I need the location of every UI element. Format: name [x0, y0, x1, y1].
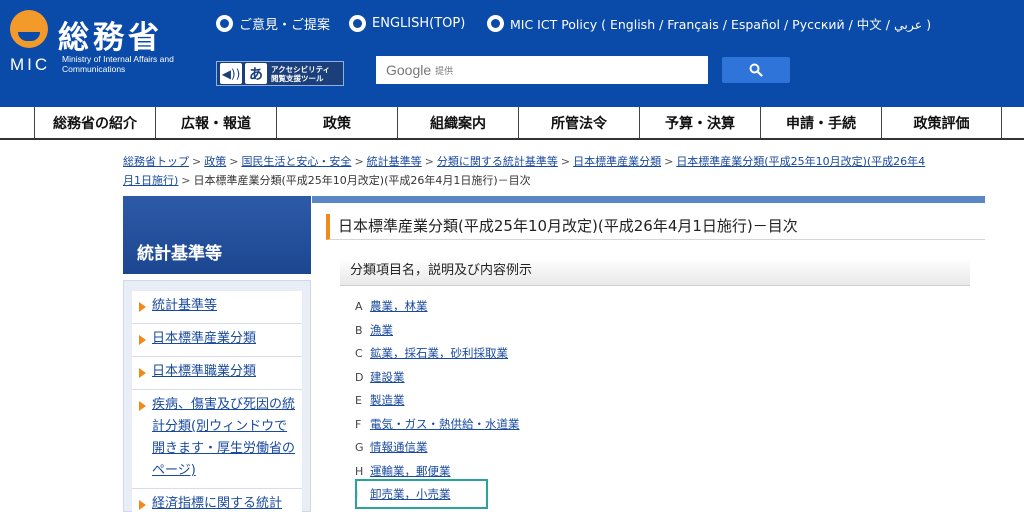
- arrow-right-icon: [139, 500, 146, 510]
- category-letter: E: [355, 394, 362, 407]
- gnav-press[interactable]: 広報・報道: [155, 107, 276, 138]
- breadcrumb-link[interactable]: 国民生活と安心・安全: [241, 155, 351, 168]
- category-list: A 農業，林業 B 漁業 C 鉱業，採石業，砂利採取業 D 建設業 E 製造業 F 電気・ガ…: [355, 295, 855, 507]
- gnav-budget[interactable]: 予算・決算: [639, 107, 760, 138]
- sidebar-item-economic-indicators[interactable]: 経済指標に関する統計: [132, 489, 302, 512]
- category-link[interactable]: 情報通信業: [370, 440, 428, 454]
- site-header: 総務省 MIC Ministry of Internal Affairs and…: [0, 0, 1024, 107]
- sidebar-menu: 統計基準等 日本標準産業分類 日本標準職業分類 疾病、傷害及び死因の統計分類(別…: [123, 280, 311, 512]
- search-icon: [749, 63, 763, 77]
- list-item: C 鉱業，採石業，砂利採取業: [355, 342, 855, 366]
- logo-japanese[interactable]: 総務省: [58, 12, 163, 57]
- sidebar-item-industry-classification[interactable]: 日本標準産業分類: [132, 324, 302, 357]
- breadcrumb-link[interactable]: 統計基準等: [367, 155, 422, 168]
- breadcrumb-link[interactable]: 政策: [204, 155, 226, 168]
- circle-bullet-icon: [349, 14, 366, 32]
- sidebar-item-label[interactable]: 統計基準等: [152, 298, 217, 313]
- sidebar-item-label[interactable]: 経済指標に関する統計: [152, 496, 282, 511]
- opinion-link[interactable]: ご意見・ご提案: [216, 12, 330, 34]
- search-provider-label: 提供: [435, 66, 454, 77]
- breadcrumb-separator: >: [192, 155, 202, 168]
- global-nav: 総務省の紹介 広報・報道 政策 組織案内 所管法令 予算・決算 申請・手続 政策…: [0, 107, 1024, 140]
- gnav-policy[interactable]: 政策: [276, 107, 397, 138]
- sidebar-title: 統計基準等: [137, 244, 222, 264]
- section-heading: 分類項目名，説明及び内容例示: [340, 258, 970, 286]
- ict-policy-link[interactable]: MIC ICT Policy ( English / Français / Es…: [487, 12, 931, 34]
- logo-english[interactable]: Ministry of Internal Affairs and Communi…: [62, 54, 202, 74]
- arrow-right-icon: [139, 401, 146, 411]
- breadcrumb-link[interactable]: 総務省トップ: [123, 155, 189, 168]
- sidebar-item-statistical-standards[interactable]: 統計基準等: [132, 291, 302, 324]
- sidebar-item-disease-classification[interactable]: 疾病、傷害及び死因の統計分類(別ウィンドウで開きます・厚生労働省のページ): [132, 390, 302, 489]
- breadcrumb-separator: >: [664, 155, 674, 168]
- list-item: B 漁業: [355, 319, 855, 343]
- logo-mic[interactable]: MIC: [10, 55, 50, 75]
- hiragana-a-icon: あ: [245, 63, 267, 84]
- content-top-rule: [312, 196, 985, 203]
- breadcrumb-separator: >: [181, 174, 191, 187]
- category-letter: A: [355, 300, 363, 313]
- circle-bullet-icon: [487, 14, 504, 32]
- english-top-link-label: ENGLISH(TOP): [372, 15, 466, 31]
- arrow-right-icon: [139, 335, 146, 345]
- category-link[interactable]: 農業，林業: [370, 299, 428, 313]
- category-link[interactable]: 鉱業，採石業，砂利採取業: [370, 346, 508, 360]
- category-link[interactable]: 運輸業，郵便業: [370, 464, 451, 478]
- highlight-box: [355, 479, 488, 509]
- sidebar-item-label[interactable]: 日本標準職業分類: [152, 364, 256, 379]
- arrow-right-icon: [139, 302, 146, 312]
- category-link[interactable]: 漁業: [370, 323, 393, 337]
- gnav-laws[interactable]: 所管法令: [518, 107, 639, 138]
- category-link[interactable]: 建設業: [370, 370, 405, 384]
- breadcrumb-link[interactable]: 月1日施行): [123, 174, 178, 187]
- ict-policy-link-label: MIC ICT Policy ( English / Français / Es…: [510, 16, 932, 32]
- accessibility-tool-line1: アクセシビリティ: [271, 64, 331, 74]
- breadcrumb-link[interactable]: 分類に関する統計基準等: [437, 155, 558, 168]
- list-item: E 製造業: [355, 389, 855, 413]
- gnav-applications[interactable]: 申請・手続: [760, 107, 881, 138]
- breadcrumb: 総務省トップ > 政策 > 国民生活と安心・安全 > 統計基準等 > 分類に関する統計基準等 > 日…: [123, 152, 993, 190]
- arrow-right-icon: [139, 368, 146, 378]
- breadcrumb-separator: >: [229, 155, 239, 168]
- list-item: D 建設業: [355, 366, 855, 390]
- breadcrumb-link[interactable]: 日本標準産業分類: [573, 155, 661, 168]
- gnav-about[interactable]: 総務省の紹介: [34, 107, 155, 138]
- speaker-icon: ◀)): [220, 63, 242, 84]
- category-letter: C: [355, 347, 363, 360]
- accessibility-tool-line2: 閲覧支援ツール: [271, 73, 324, 83]
- breadcrumb-current: 日本標準産業分類(平成25年10月改定)(平成26年4月1日施行)－目次: [193, 174, 531, 187]
- breadcrumb-separator: >: [354, 155, 364, 168]
- search-button[interactable]: [722, 57, 790, 83]
- category-letter: G: [355, 441, 364, 454]
- accessibility-tool-label: アクセシビリティ 閲覧支援ツール: [271, 65, 330, 83]
- list-item: A 農業，林業: [355, 295, 855, 319]
- category-letter: F: [355, 417, 362, 431]
- search-input[interactable]: Google 提供: [376, 56, 708, 84]
- accessibility-tool-button[interactable]: ◀)) あ アクセシビリティ 閲覧支援ツール: [216, 61, 344, 86]
- breadcrumb-separator: >: [424, 155, 434, 168]
- category-letter: B: [355, 323, 363, 337]
- sidebar-item-label[interactable]: 日本標準産業分類: [152, 331, 256, 346]
- breadcrumb-separator: >: [560, 155, 571, 168]
- sidebar-item-occupation-classification[interactable]: 日本標準職業分類: [132, 357, 302, 390]
- sidebar-header: 統計基準等: [123, 196, 311, 274]
- mic-logo-icon[interactable]: [10, 10, 48, 48]
- english-top-link[interactable]: ENGLISH(TOP): [349, 12, 465, 34]
- gnav-evaluation[interactable]: 政策評価: [881, 107, 1002, 138]
- gnav-organization[interactable]: 組織案内: [397, 107, 518, 138]
- sidebar-item-label[interactable]: 疾病、傷害及び死因の統計分類(別ウィンドウで開きます・厚生労働省のページ): [152, 397, 295, 478]
- google-brand: Google: [386, 62, 432, 78]
- list-item: G 情報通信業: [355, 436, 855, 460]
- category-link[interactable]: 電気・ガス・熱供給・水道業: [370, 417, 520, 431]
- breadcrumb-link[interactable]: 日本標準産業分類(平成25年10月改定)(平成26年4: [676, 155, 925, 168]
- opinion-link-label: ご意見・ご提案: [239, 17, 331, 33]
- circle-bullet-icon: [216, 14, 233, 32]
- category-letter: D: [355, 370, 364, 384]
- list-item: F 電気・ガス・熱供給・水道業: [355, 413, 855, 437]
- page-title: 日本標準産業分類(平成25年10月改定)(平成26年4月1日施行)－目次: [326, 214, 985, 240]
- category-link[interactable]: 製造業: [370, 393, 405, 407]
